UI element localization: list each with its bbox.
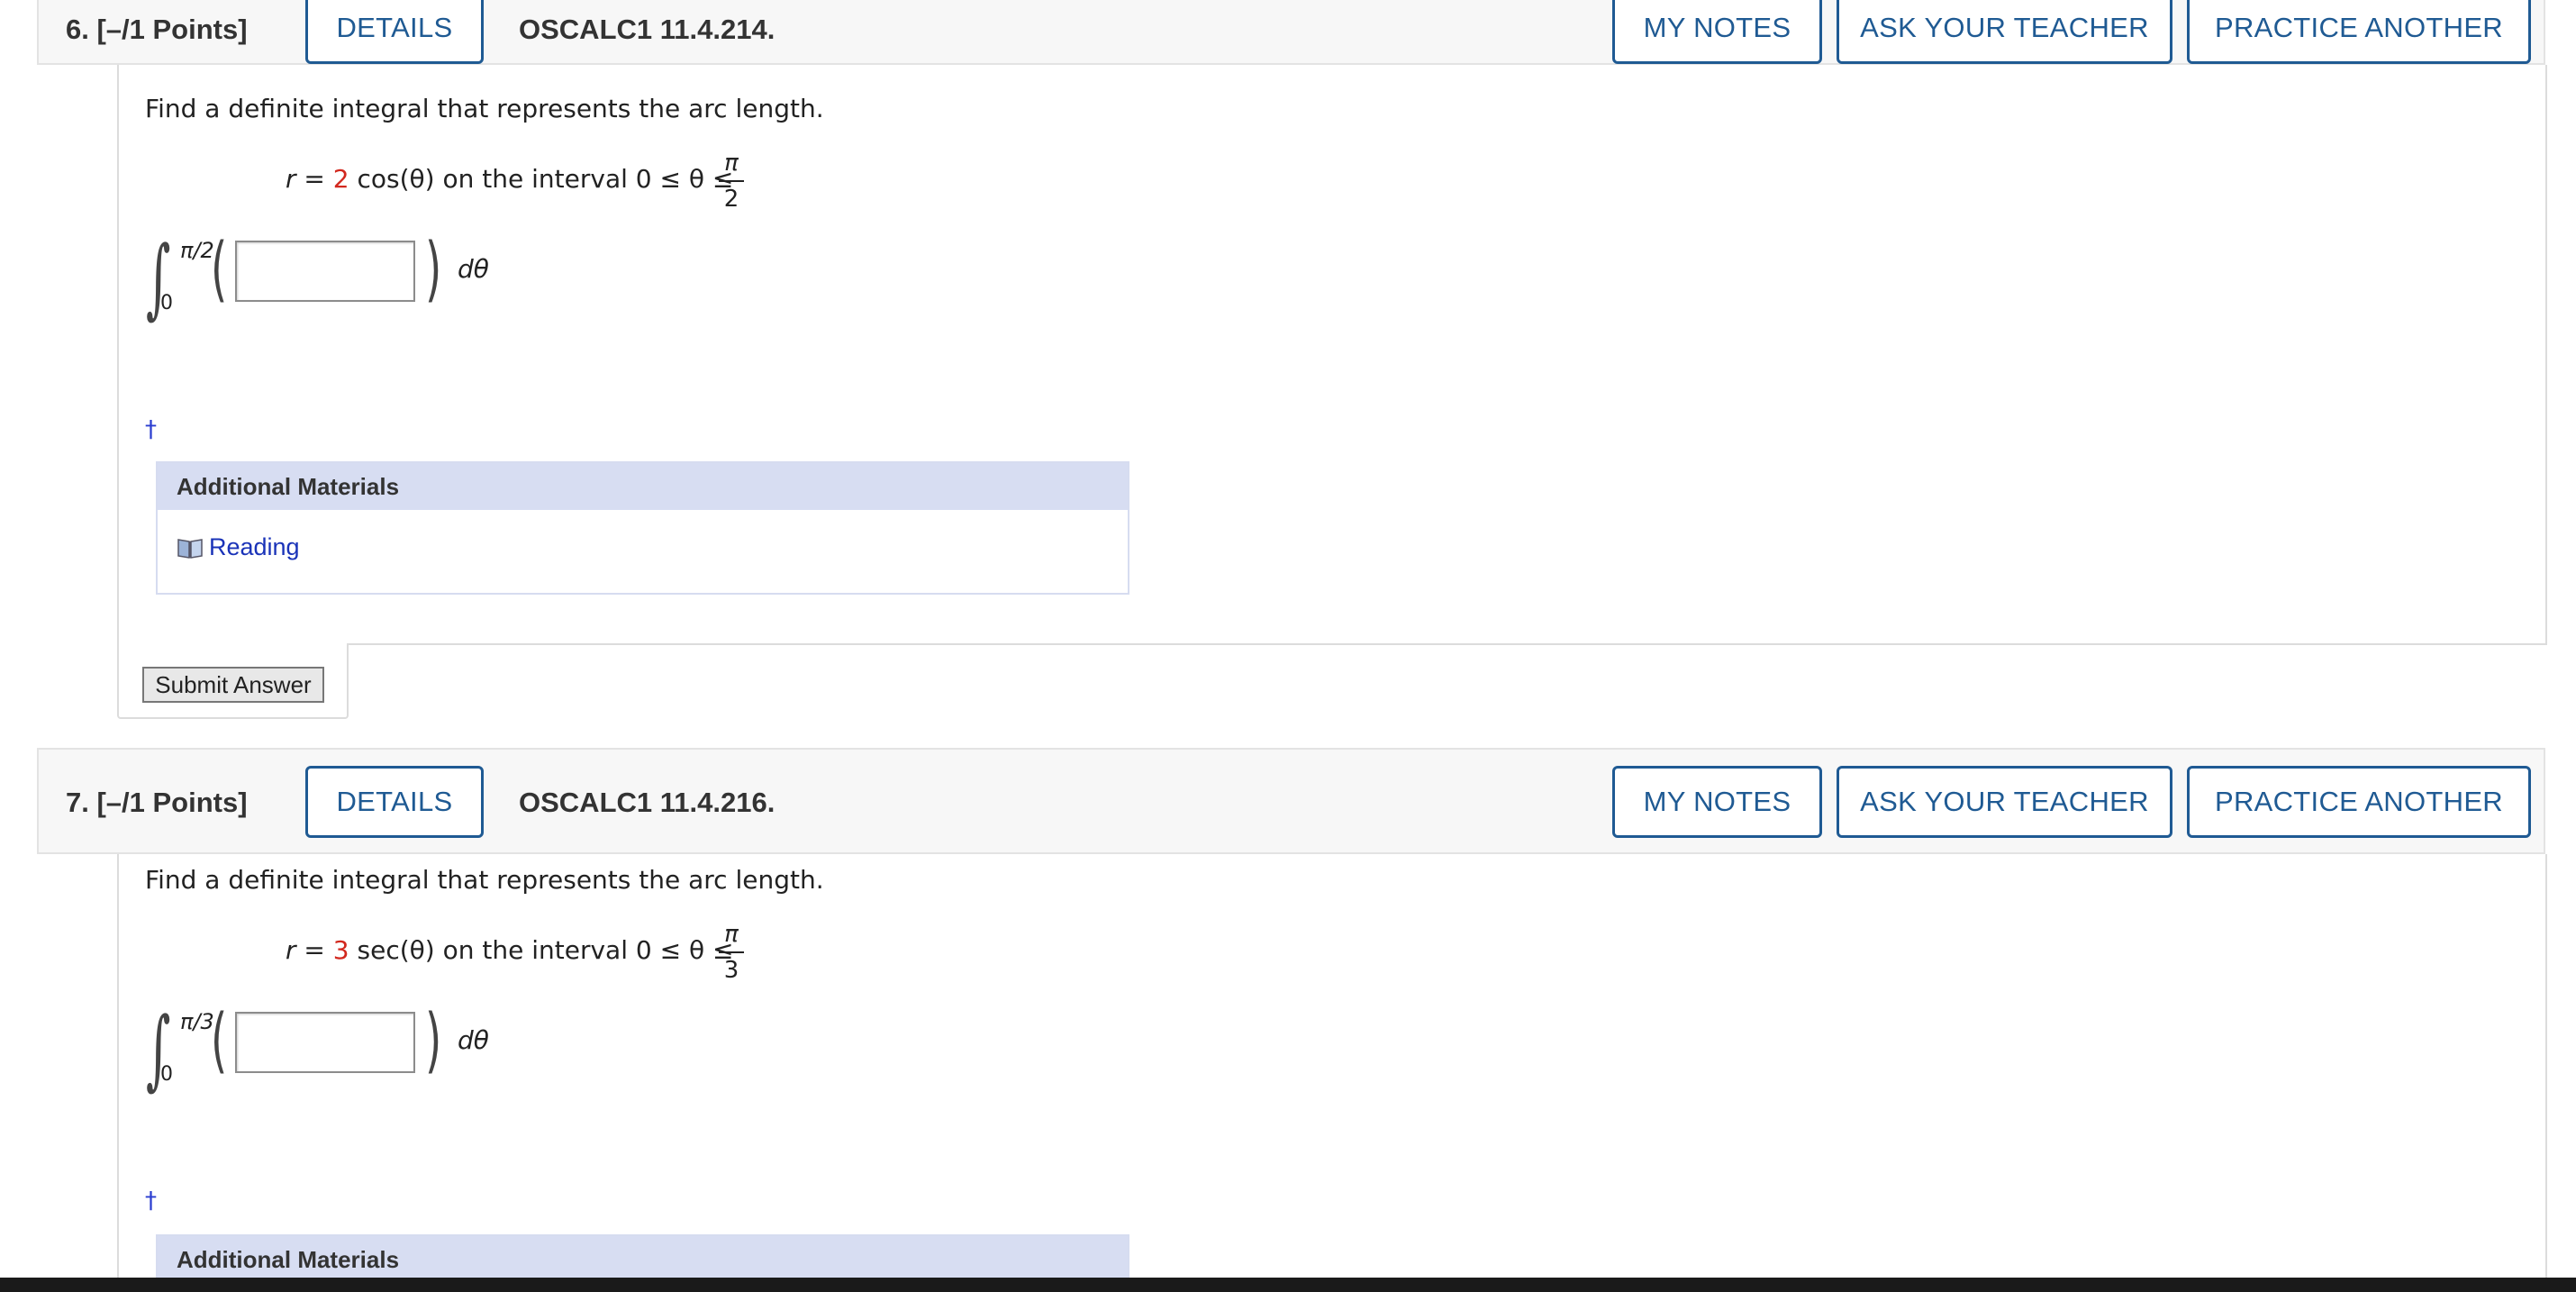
window-bottom-edge [0, 1278, 2576, 1292]
fraction-bar [719, 951, 744, 953]
additional-materials-panel: Additional Materials Reading [156, 461, 1129, 595]
polar-equation: r = 2 cos(θ) on the interval 0 ≤ θ ≤ [286, 164, 733, 194]
book-icon [177, 538, 203, 559]
answer-input[interactable] [235, 241, 415, 302]
fraction-numerator: π [724, 150, 739, 177]
question-7-header: 7. [–/1 Points] DETAILS OSCALC1 11.4.216… [37, 748, 2545, 854]
fraction-denominator: 2 [723, 186, 739, 213]
additional-materials-title: Additional Materials [158, 463, 1128, 510]
practice-another-button[interactable]: PRACTICE ANOTHER [2187, 0, 2531, 64]
ask-your-teacher-button[interactable]: ASK YOUR TEACHER [1837, 0, 2172, 64]
equation-function: cos(θ) on the interval 0 ≤ θ ≤ [357, 164, 734, 194]
question-prompt: Find a definite integral that represents… [145, 94, 824, 123]
right-paren-icon: ) [425, 229, 442, 310]
reading-link-row[interactable]: Reading [177, 533, 300, 561]
differential-dtheta: dθ [458, 1025, 489, 1055]
left-paren-icon: ( [211, 1000, 228, 1081]
equation-r: r = [286, 935, 325, 965]
question-7-body: Find a definite integral that represents… [117, 854, 2547, 1287]
left-paren-icon: ( [211, 229, 228, 310]
equation-coefficient: 3 [332, 935, 349, 965]
my-notes-button[interactable]: MY NOTES [1612, 0, 1822, 64]
additional-materials-title: Additional Materials [158, 1236, 1128, 1283]
right-paren-icon: ) [425, 1000, 442, 1081]
dagger-icon: † [145, 1187, 157, 1215]
fraction-denominator: 3 [723, 957, 739, 984]
integral-upper-limit: π/3 [180, 1009, 214, 1034]
question-code: OSCALC1 11.4.216. [519, 787, 776, 818]
question-prompt: Find a definite integral that represents… [145, 865, 824, 895]
answer-input[interactable] [235, 1012, 415, 1073]
submit-answer-button[interactable]: Submit Answer [142, 667, 324, 703]
question-6-header: 6. [–/1 Points] DETAILS OSCALC1 11.4.214… [37, 0, 2545, 65]
fraction-bar [719, 180, 744, 182]
my-notes-button[interactable]: MY NOTES [1612, 766, 1822, 838]
question-code: OSCALC1 11.4.214. [519, 14, 776, 45]
details-button[interactable]: DETAILS [305, 0, 484, 64]
fraction-numerator: π [724, 921, 739, 948]
integral-lower-limit: 0 [160, 1063, 173, 1086]
equation-coefficient: 2 [332, 164, 349, 194]
details-button[interactable]: DETAILS [305, 766, 484, 838]
integral-upper-limit: π/2 [180, 238, 214, 263]
ask-your-teacher-button[interactable]: ASK YOUR TEACHER [1837, 766, 2172, 838]
reading-link[interactable]: Reading [209, 533, 300, 561]
practice-another-button[interactable]: PRACTICE ANOTHER [2187, 766, 2531, 838]
equation-function: sec(θ) on the interval 0 ≤ θ ≤ [357, 935, 734, 965]
integral-lower-limit: 0 [160, 292, 173, 314]
differential-dtheta: dθ [458, 254, 489, 284]
polar-equation: r = 3 sec(θ) on the interval 0 ≤ θ ≤ [286, 935, 733, 965]
equation-r: r = [286, 164, 325, 194]
dagger-icon: † [145, 416, 157, 443]
